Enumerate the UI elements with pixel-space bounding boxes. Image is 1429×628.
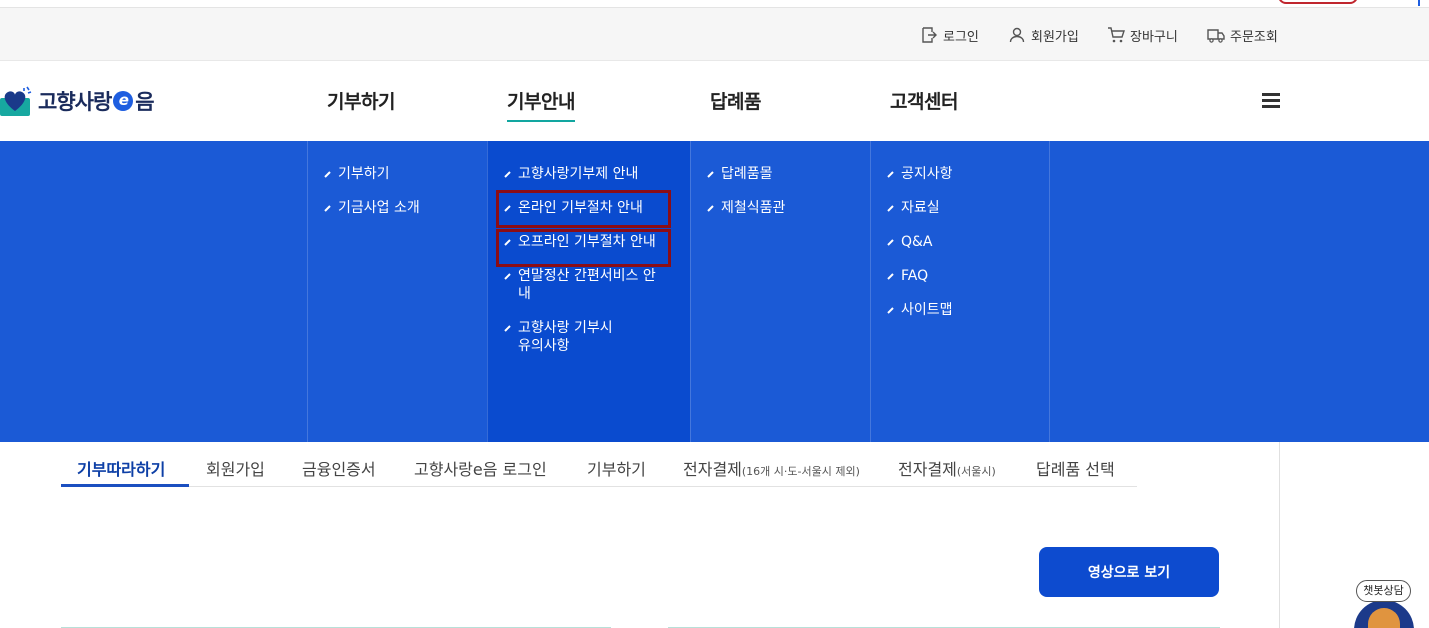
pencil-bullet-icon [324,171,331,178]
menu-item-library[interactable]: 자료실 [871,199,1050,217]
hamburger-menu-icon[interactable] [1262,93,1280,109]
menu-item-qna[interactable]: Q&A [871,233,1050,251]
chatbot-widget[interactable]: 챗봇상담 [1354,578,1414,628]
pencil-bullet-icon [887,273,894,280]
orders-link[interactable]: 주문조회 [1207,24,1278,46]
content-right-border [1279,442,1280,628]
menu-item-label: 고향사랑기부제 안내 [518,166,639,182]
menu-item-label: 온라인 기부절차 안내 [518,200,643,216]
menu-item-fund-projects[interactable]: 기금사업 소개 [308,199,487,217]
top-pill [1278,0,1358,4]
logo-text-post: 음 [135,90,154,114]
tab-donate[interactable]: 기부하기 [587,456,646,480]
menu-item-label: 고향사랑 기부시 유의사항 [518,320,613,354]
heart-logo-icon [0,86,32,116]
mega-col-donation-guide: 고향사랑기부제 안내 온라인 기부절차 안내 오프라인 기부절차 안내 연말정산… [487,141,690,442]
active-tab-underline [61,484,189,487]
pencil-bullet-icon [504,205,511,212]
tab-donation-walkthrough[interactable]: 기부따라하기 [77,456,165,480]
tab-note: (서울시) [956,465,996,478]
menu-item-label: 오프라인 기부절차 안내 [518,234,656,250]
logo-e-mark: e [113,91,134,111]
signup-label: 회원가입 [1031,29,1079,45]
login-icon [922,27,937,43]
mega-col-donate: 기부하기 기금사업 소개 [307,141,487,442]
tab-signup[interactable]: 회원가입 [206,456,265,480]
tab-epay-regions[interactable]: 전자결제(16개 시·도-서울시 제외) [683,456,860,480]
menu-item-tax-service[interactable]: 연말정산 간편서비스 안내 [488,267,663,303]
tab-label: 전자결제 [683,460,742,479]
menu-item-label: 답례품몰 [721,166,773,182]
pencil-bullet-icon [707,205,714,212]
chatbot-label: 챗봇상담 [1356,580,1411,602]
cart-label: 장바구니 [1130,29,1178,45]
menu-item-donate[interactable]: 기부하기 [308,165,487,183]
logo-text-pre: 고향사랑 [38,90,112,114]
truck-icon [1207,29,1225,43]
mega-col-divider [1049,141,1050,442]
logo[interactable]: 고향사랑 e 음 [0,81,155,121]
signup-link[interactable]: 회원가입 [1008,24,1079,46]
tab-financial-certificate[interactable]: 금융인증서 [302,456,376,480]
menu-item-label: Q&A [901,234,933,250]
menu-item-label: 연말정산 간편서비스 안내 [518,268,656,302]
gnb-gifts[interactable]: 답례품 [710,87,761,114]
menu-item-offline-procedure[interactable]: 오프라인 기부절차 안내 [488,233,690,251]
pencil-bullet-icon [504,273,511,280]
tab-epay-seoul[interactable]: 전자결제(서울시) [898,456,996,480]
tab-note: (16개 시·도-서울시 제외) [741,465,860,478]
menu-item-label: 제철식품관 [721,200,786,216]
tab-label: 전자결제 [898,460,957,479]
login-link[interactable]: 로그인 [920,24,979,46]
gnb-donation-guide[interactable]: 기부안내 [507,87,575,122]
login-label: 로그인 [943,29,979,45]
user-icon [1009,27,1025,43]
cart-icon [1108,27,1125,43]
top-tick [1418,0,1420,6]
chatbot-mascot-icon [1354,600,1414,628]
pencil-bullet-icon [887,171,894,178]
mega-col-customer-center: 공지사항 자료실 Q&A FAQ 사이트맵 [870,141,1050,442]
menu-item-notice[interactable]: 공지사항 [871,165,1050,183]
gnb-donate[interactable]: 기부하기 [327,87,395,114]
pencil-bullet-icon [707,171,714,178]
pencil-bullet-icon [887,307,894,314]
pencil-bullet-icon [887,239,894,246]
page: 로그인 회원가입 장바구니 주문조회 고향사랑 e 음 기부하기 기부안내 답례… [0,0,1429,628]
tab-eum-login[interactable]: 고향사랑e음 로그인 [414,456,547,480]
menu-item-sitemap[interactable]: 사이트맵 [871,301,1050,319]
pencil-bullet-icon [324,205,331,212]
mega-col-gifts: 답례품몰 제철식품관 [690,141,870,442]
menu-item-faq[interactable]: FAQ [871,267,1050,285]
pencil-bullet-icon [887,205,894,212]
pencil-bullet-icon [504,171,511,178]
orders-label: 주문조회 [1230,29,1278,45]
mega-menu: 기부하기 기금사업 소개 고향사랑기부제 안내 온라인 기부절차 안내 오프라인… [0,141,1429,442]
menu-item-label: 사이트맵 [901,302,953,318]
tab-gift-select[interactable]: 답례품 선택 [1036,456,1115,480]
browser-top-strip [0,0,1429,8]
step-tabs: 기부따라하기 회원가입 금융인증서 고향사랑e음 로그인 기부하기 전자결제(1… [61,442,1137,487]
header: 고향사랑 e 음 기부하기 기부안내 답례품 고객센터 [0,61,1429,141]
utility-bar: 로그인 회원가입 장바구니 주문조회 [0,8,1429,61]
watch-video-button[interactable]: 영상으로 보기 [1039,547,1219,597]
menu-item-online-procedure[interactable]: 온라인 기부절차 안내 [488,199,690,217]
menu-item-label: 공지사항 [901,166,953,182]
gnb-customer-center[interactable]: 고객센터 [890,87,958,114]
menu-item-precautions[interactable]: 고향사랑 기부시 유의사항 [488,319,628,355]
pencil-bullet-icon [504,325,511,332]
menu-item-label: FAQ [901,268,929,284]
cart-link[interactable]: 장바구니 [1107,24,1178,46]
logo-text: 고향사랑 e 음 [38,86,155,116]
pencil-bullet-icon [504,239,511,246]
menu-item-label: 자료실 [901,200,940,216]
menu-item-label: 기부하기 [338,166,390,182]
menu-item-label: 기금사업 소개 [338,200,420,216]
menu-item-system-guide[interactable]: 고향사랑기부제 안내 [488,165,690,183]
menu-item-gift-mall[interactable]: 답례품몰 [691,165,870,183]
menu-item-seasonal-food[interactable]: 제철식품관 [691,199,870,217]
